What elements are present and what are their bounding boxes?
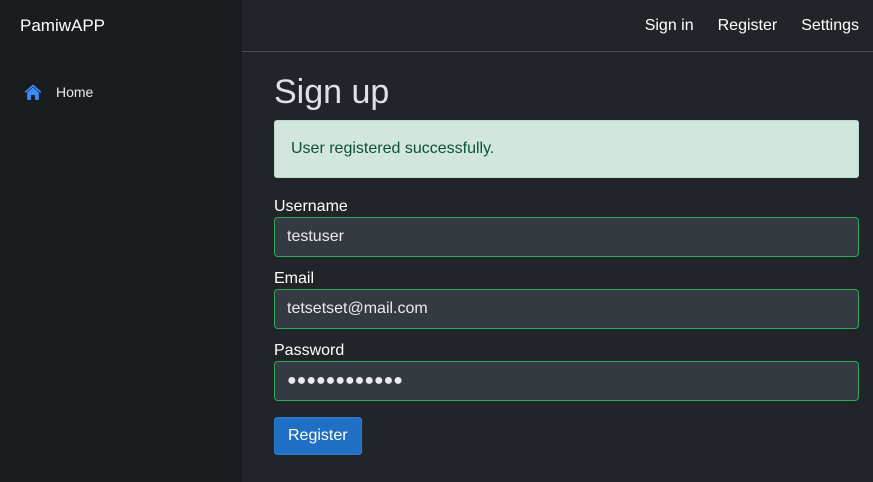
nav-link-settings[interactable]: Settings — [801, 17, 859, 35]
success-alert: User registered successfully. — [274, 120, 859, 178]
app-title[interactable]: PamiwAPP — [0, 0, 242, 52]
password-field[interactable] — [274, 361, 859, 401]
main-content: Sign up User registered successfully. Us… — [274, 52, 859, 455]
home-icon — [24, 83, 42, 101]
email-field[interactable] — [274, 289, 859, 329]
sidebar: PamiwAPP Home — [0, 0, 242, 482]
password-label: Password — [274, 342, 345, 359]
sidebar-item-label: Home — [56, 84, 94, 100]
alert-text: User registered successfully. — [291, 140, 495, 157]
nav-link-register[interactable]: Register — [718, 17, 778, 35]
top-navbar: Sign in Register Settings — [242, 0, 873, 52]
username-label: Username — [274, 198, 348, 215]
page-title: Sign up — [274, 73, 390, 111]
username-field[interactable] — [274, 217, 859, 257]
register-button[interactable]: Register — [274, 417, 362, 455]
sidebar-item-home[interactable]: Home — [0, 77, 242, 107]
nav-link-sign-in[interactable]: Sign in — [645, 17, 694, 35]
email-label: Email — [274, 270, 315, 287]
